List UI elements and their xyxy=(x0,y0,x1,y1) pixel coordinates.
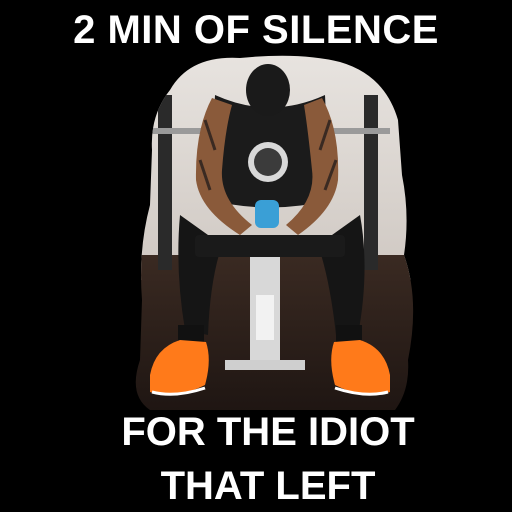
bottom-caption-line-2: THAT LEFT xyxy=(160,464,376,508)
bottom-caption-line-1: FOR THE IDIOT xyxy=(121,410,415,454)
top-caption: 2 MIN OF SILENCE xyxy=(73,8,439,52)
